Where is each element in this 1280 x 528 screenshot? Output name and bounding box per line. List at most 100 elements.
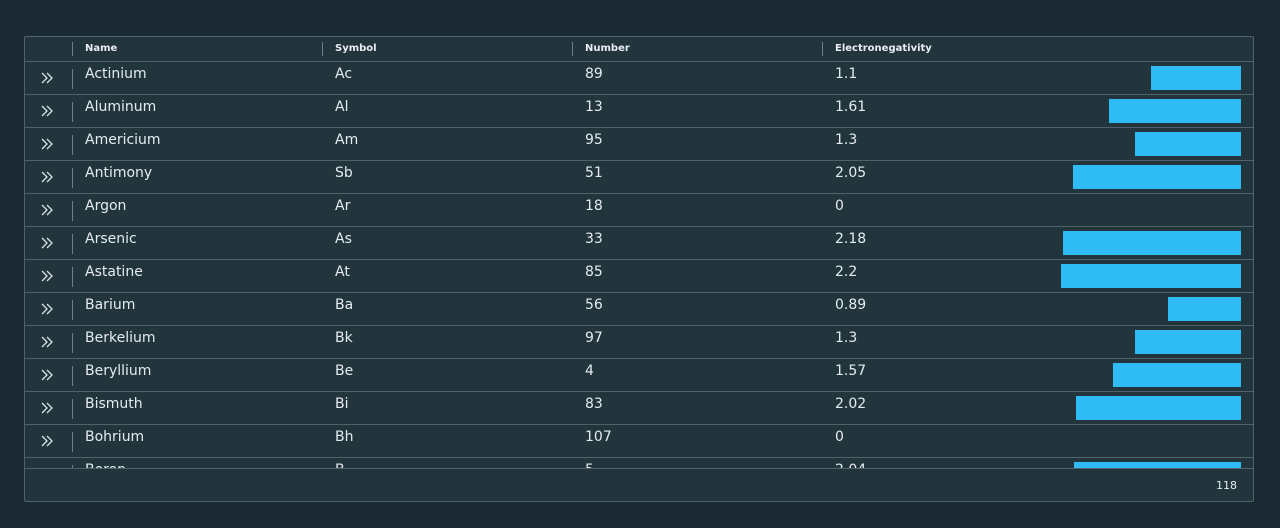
row-separator (72, 168, 73, 188)
column-header-symbol[interactable]: Symbol (335, 37, 377, 61)
column-separator[interactable] (572, 42, 573, 56)
cell-name: Actinium (85, 66, 147, 82)
cell-symbol: At (335, 264, 350, 280)
cell-electronegativity: 2.2 (835, 264, 858, 280)
electronegativity-bar (1061, 264, 1241, 288)
row-expand-button[interactable] (25, 425, 72, 457)
table-row[interactable]: Actinium Ac 89 1.1 (25, 62, 1253, 95)
table-row[interactable]: Bohrium Bh 107 0 (25, 425, 1253, 458)
cell-symbol: Ar (335, 198, 351, 214)
cell-electronegativity: 1.57 (835, 363, 867, 379)
column-separator[interactable] (822, 42, 823, 56)
cell-electronegativity: 0.89 (835, 297, 867, 313)
cell-electronegativity: 1.1 (835, 66, 858, 82)
electronegativity-bar (1109, 99, 1241, 123)
cell-symbol: Al (335, 99, 349, 115)
row-separator (72, 267, 73, 287)
double-chevron-right-icon (41, 336, 53, 348)
cell-symbol: Ac (335, 66, 353, 82)
row-expand-button[interactable] (25, 194, 72, 226)
row-expand-button[interactable] (25, 128, 72, 160)
cell-name: Beryllium (85, 363, 152, 379)
column-header-electronegativity[interactable]: Electronegativity (835, 37, 932, 61)
cell-number: 83 (585, 396, 603, 412)
cell-electronegativity: 0 (835, 198, 844, 214)
cell-name: Barium (85, 297, 136, 313)
cell-name: Americium (85, 132, 161, 148)
cell-number: 97 (585, 330, 603, 346)
table-row[interactable]: Argon Ar 18 0 (25, 194, 1253, 227)
table-row[interactable]: Beryllium Be 4 1.57 (25, 359, 1253, 392)
table-row[interactable]: Aluminum Al 13 1.61 (25, 95, 1253, 128)
grid-header: Name Symbol Number Electronegativity (25, 37, 1253, 62)
double-chevron-right-icon (41, 303, 53, 315)
row-expand-button[interactable] (25, 260, 72, 292)
double-chevron-right-icon (41, 72, 53, 84)
row-separator (72, 102, 73, 122)
cell-symbol: Bk (335, 330, 353, 346)
electronegativity-bar (1135, 330, 1241, 354)
cell-name: Berkelium (85, 330, 156, 346)
row-expand-button[interactable] (25, 359, 72, 391)
row-separator (72, 300, 73, 320)
double-chevron-right-icon (41, 369, 53, 381)
column-header-name[interactable]: Name (85, 37, 117, 61)
row-expand-button[interactable] (25, 95, 72, 127)
table-row[interactable]: Berkelium Bk 97 1.3 (25, 326, 1253, 359)
double-chevron-right-icon (41, 105, 53, 117)
row-expand-button[interactable] (25, 227, 72, 259)
cell-number: 95 (585, 132, 603, 148)
cell-electronegativity: 0 (835, 429, 844, 445)
electronegativity-bar (1076, 396, 1241, 420)
elements-datagrid: Name Symbol Number Electronegativity Act… (24, 36, 1254, 502)
double-chevron-right-icon (41, 237, 53, 249)
column-header-number[interactable]: Number (585, 37, 630, 61)
row-separator (72, 333, 73, 353)
row-expand-button[interactable] (25, 293, 72, 325)
row-expand-button[interactable] (25, 62, 72, 94)
cell-number: 85 (585, 264, 603, 280)
electronegativity-bar (1168, 297, 1241, 321)
row-separator (72, 69, 73, 89)
cell-name: Bismuth (85, 396, 143, 412)
row-count: 118 (1216, 479, 1237, 492)
table-row[interactable]: Astatine At 85 2.2 (25, 260, 1253, 293)
column-separator[interactable] (322, 42, 323, 56)
table-row[interactable]: Americium Am 95 1.3 (25, 128, 1253, 161)
cell-symbol: As (335, 231, 352, 247)
row-expand-button[interactable] (25, 326, 72, 358)
table-row[interactable]: Antimony Sb 51 2.05 (25, 161, 1253, 194)
cell-number: 51 (585, 165, 603, 181)
table-row[interactable]: Barium Ba 56 0.89 (25, 293, 1253, 326)
table-row[interactable]: Arsenic As 33 2.18 (25, 227, 1253, 260)
cell-symbol: Bi (335, 396, 349, 412)
cell-electronegativity: 1.3 (835, 330, 858, 346)
double-chevron-right-icon (41, 171, 53, 183)
electronegativity-bar (1063, 231, 1241, 255)
cell-symbol: Am (335, 132, 359, 148)
cell-name: Aluminum (85, 99, 157, 115)
cell-electronegativity: 2.02 (835, 396, 867, 412)
cell-electronegativity: 2.05 (835, 165, 867, 181)
row-separator (72, 399, 73, 419)
cell-name: Bohrium (85, 429, 145, 445)
cell-electronegativity: 1.3 (835, 132, 858, 148)
row-expand-button[interactable] (25, 392, 72, 424)
column-separator[interactable] (72, 42, 73, 56)
cell-number: 33 (585, 231, 603, 247)
table-row[interactable]: Bismuth Bi 83 2.02 (25, 392, 1253, 425)
row-separator (72, 432, 73, 452)
cell-name: Argon (85, 198, 127, 214)
cell-number: 13 (585, 99, 603, 115)
cell-name: Antimony (85, 165, 153, 181)
cell-name: Astatine (85, 264, 143, 280)
row-expand-button[interactable] (25, 161, 72, 193)
cell-number: 4 (585, 363, 594, 379)
cell-number: 107 (585, 429, 612, 445)
cell-electronegativity: 2.18 (835, 231, 867, 247)
cell-name: Arsenic (85, 231, 137, 247)
cell-symbol: Ba (335, 297, 354, 313)
row-separator (72, 366, 73, 386)
row-separator (72, 135, 73, 155)
double-chevron-right-icon (41, 270, 53, 282)
